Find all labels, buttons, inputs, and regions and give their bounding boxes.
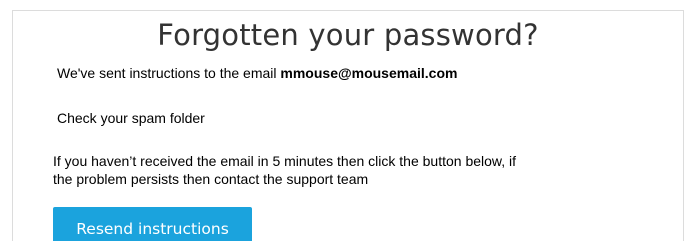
resend-instructions-button[interactable]: Resend instructions xyxy=(53,207,252,241)
resend-info-line-2: the problem persists then contact the su… xyxy=(53,171,369,187)
spam-folder-notice: Check your spam folder xyxy=(57,110,205,126)
instructions-sent-text: We've sent instructions to the email xyxy=(57,65,281,81)
instructions-sent-message: We've sent instructions to the email mmo… xyxy=(57,64,457,82)
page-title: Forgotten your password? xyxy=(157,18,539,52)
user-email: mmouse@mousemail.com xyxy=(280,65,458,81)
resend-info-text: If you haven’t received the email in 5 m… xyxy=(53,152,653,188)
forgot-password-card: Forgotten your password? We've sent inst… xyxy=(12,10,684,241)
resend-info-line-1: If you haven’t received the email in 5 m… xyxy=(53,153,517,169)
